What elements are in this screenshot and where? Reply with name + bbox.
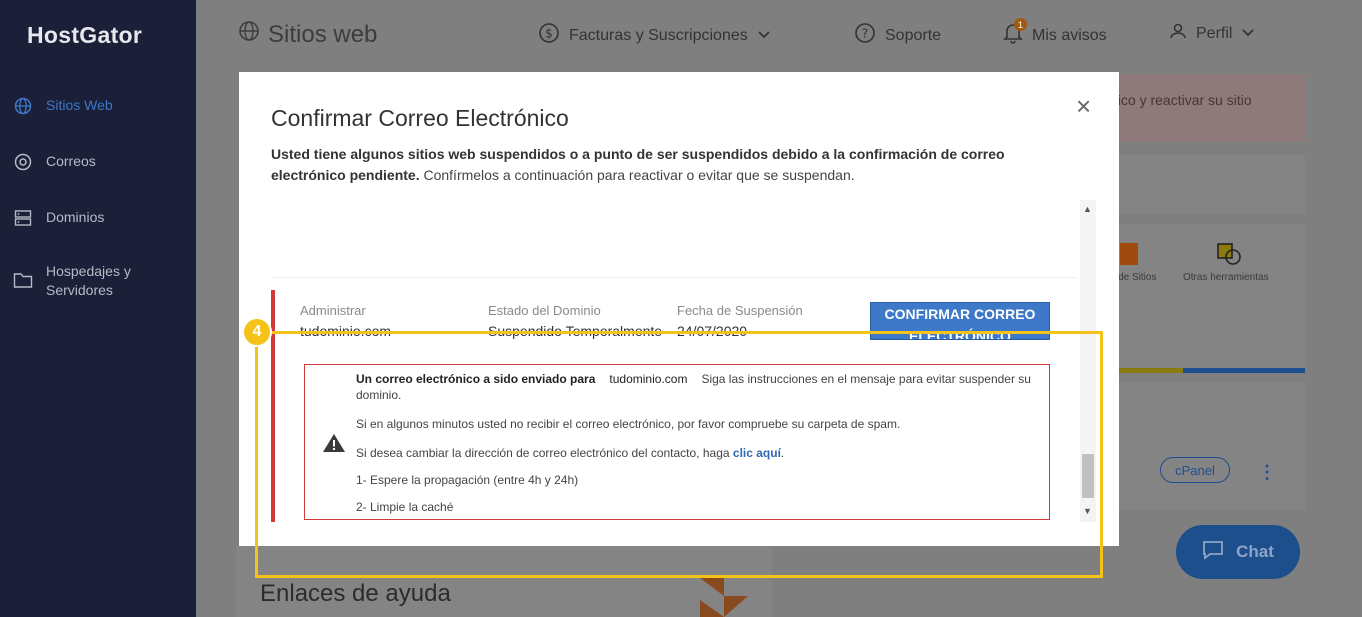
modal-title: Confirmar Correo Electrónico bbox=[271, 105, 569, 131]
help-links-title: Enlaces de ayuda bbox=[260, 580, 451, 607]
chat-bubble-icon bbox=[1202, 540, 1224, 565]
background-site-card bbox=[1118, 383, 1305, 510]
svg-text:?: ? bbox=[862, 27, 868, 41]
globe-icon bbox=[13, 96, 33, 116]
annotation-highlight-box bbox=[255, 331, 1103, 578]
svg-text:$: $ bbox=[545, 27, 553, 41]
suspension-date-label: Fecha de Suspensión bbox=[677, 303, 803, 318]
chat-label: Chat bbox=[1236, 542, 1274, 561]
background-progress-yellow bbox=[1118, 368, 1183, 373]
support-label: Soporte bbox=[885, 26, 942, 44]
server-icon bbox=[13, 208, 33, 228]
help-circle-icon: ? bbox=[854, 22, 876, 49]
more-options-icon[interactable]: ⋮ bbox=[1258, 462, 1276, 483]
sidebar-item-hospedajes[interactable]: Hospedajes y Servidores bbox=[0, 262, 196, 300]
user-icon bbox=[1169, 22, 1187, 45]
decorative-triangles-icon bbox=[700, 578, 748, 617]
previous-site-card-edge bbox=[271, 200, 1077, 278]
profile-label: Perfil bbox=[1196, 24, 1233, 42]
notices-count-badge: 1 bbox=[1014, 18, 1027, 31]
profile-menu[interactable]: Perfil bbox=[1169, 22, 1255, 45]
support-link[interactable]: ? Soporte bbox=[854, 22, 941, 49]
modal-description-rest: Confírmelos a continuación para reactiva… bbox=[419, 167, 855, 183]
scroll-up-arrow-icon[interactable]: ▲ bbox=[1083, 204, 1092, 214]
sidebar-item-label: Correos bbox=[46, 153, 96, 169]
sidebar-item-sitios-web[interactable]: Sitios Web bbox=[0, 96, 196, 116]
notices-label: Mis avisos bbox=[1032, 26, 1107, 44]
sidebar-item-label: Sitios Web bbox=[46, 97, 113, 113]
sidebar-item-dominios[interactable]: Dominios bbox=[0, 208, 196, 228]
background-progress-blue bbox=[1183, 368, 1305, 373]
tools-icon bbox=[1216, 242, 1244, 273]
chevron-down-icon bbox=[1241, 25, 1255, 43]
at-icon bbox=[13, 152, 33, 172]
billing-label: Facturas y Suscripciones bbox=[569, 26, 748, 44]
globe-icon bbox=[238, 20, 260, 49]
hostgator-logo[interactable]: HostGator bbox=[27, 22, 142, 49]
background-alert-text: nico y reactivar su sitio bbox=[1110, 92, 1252, 108]
bell-icon: 1 bbox=[1003, 18, 1027, 49]
admin-label: Administrar bbox=[300, 303, 366, 318]
sidebar-item-label: Dominios bbox=[46, 209, 105, 225]
background-alert: nico y reactivar su sitio bbox=[1110, 74, 1305, 142]
cpanel-button[interactable]: cPanel bbox=[1160, 457, 1230, 483]
background-tools-panel bbox=[1118, 224, 1305, 370]
background-tool-other: Otras herramientas bbox=[1183, 272, 1269, 283]
sidebar-item-correos[interactable]: Correos bbox=[0, 152, 196, 172]
site-builder-icon bbox=[1120, 243, 1138, 265]
modal-description: Usted tiene algunos sitios web suspendid… bbox=[271, 144, 1071, 186]
dollar-icon: $ bbox=[538, 22, 560, 49]
chat-button[interactable]: Chat bbox=[1176, 525, 1300, 579]
page-title-text: Sitios web bbox=[268, 20, 378, 48]
folder-icon bbox=[13, 270, 33, 290]
chevron-down-icon bbox=[757, 27, 771, 45]
sidebar-item-label: Hospedajes y Servidores bbox=[46, 263, 131, 298]
domain-status-label: Estado del Dominio bbox=[488, 303, 601, 318]
notices-link[interactable]: 1 Mis avisos bbox=[1003, 18, 1107, 49]
background-card bbox=[1118, 155, 1305, 214]
annotation-step-badge: 4 bbox=[242, 317, 272, 347]
close-icon[interactable]: × bbox=[1076, 93, 1091, 119]
sidebar: HostGator Sitios Web Correos Dominios Ho… bbox=[0, 0, 196, 617]
page-title: Sitios web bbox=[238, 20, 377, 49]
billing-menu[interactable]: $ Facturas y Suscripciones bbox=[538, 22, 771, 49]
